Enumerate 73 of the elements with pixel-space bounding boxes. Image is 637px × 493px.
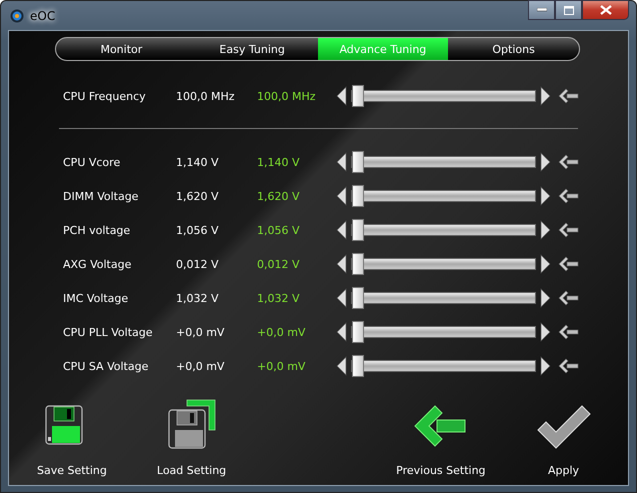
slider-thumb[interactable] [352, 185, 364, 207]
decrease-arrow-icon[interactable] [334, 220, 348, 240]
setting-label: DIMM Voltage [63, 190, 140, 202]
current-value: +0,0 mV [176, 360, 226, 372]
reset-arrow-icon[interactable] [557, 187, 579, 205]
reset-arrow-icon[interactable] [557, 289, 579, 307]
current-value: 1,032 V [176, 292, 220, 304]
decrease-arrow-icon[interactable] [334, 288, 348, 308]
slider-thumb[interactable] [352, 287, 364, 309]
maximize-button[interactable] [555, 0, 582, 20]
increase-arrow-icon[interactable] [539, 186, 553, 206]
increase-arrow-icon[interactable] [539, 322, 553, 342]
setting-label: CPU Frequency [63, 90, 147, 102]
setting-label: CPU PLL Voltage [63, 326, 154, 338]
setting-label: CPU Vcore [63, 156, 122, 168]
setting-label: PCH voltage [63, 224, 132, 236]
reset-arrow-icon[interactable] [557, 255, 579, 273]
target-value: 100,0 MHz [257, 90, 317, 102]
increase-arrow-icon[interactable] [539, 254, 553, 274]
slider-thumb[interactable] [352, 151, 364, 173]
slider-thumb[interactable] [352, 85, 364, 107]
reset-arrow-icon[interactable] [557, 221, 579, 239]
action-button[interactable]: Save Setting [37, 464, 107, 477]
slider-thumb[interactable] [352, 253, 364, 275]
maximize-icon [564, 6, 574, 14]
window-title: eOC [30, 8, 56, 22]
reset-arrow-icon[interactable] [557, 323, 579, 341]
current-value: 1,056 V [176, 224, 220, 236]
slider-thumb[interactable] [352, 219, 364, 241]
close-button[interactable] [582, 0, 629, 20]
decrease-arrow-icon[interactable] [334, 152, 348, 172]
reset-arrow-icon[interactable] [557, 357, 579, 375]
decrease-arrow-icon[interactable] [334, 186, 348, 206]
target-value: +0,0 mV [257, 360, 306, 372]
floppy-disk-icon[interactable] [166, 398, 217, 450]
target-value: +0,0 mV [257, 326, 306, 338]
target-value: 1,032 V [257, 292, 301, 304]
action-button[interactable]: Previous Setting [396, 464, 486, 477]
increase-arrow-icon[interactable] [539, 356, 553, 376]
setting-label: IMC Voltage [63, 292, 130, 304]
current-value: 1,620 V [176, 190, 220, 202]
app-icon [10, 8, 24, 22]
increase-arrow-icon[interactable] [539, 152, 553, 172]
decrease-arrow-icon[interactable] [334, 254, 348, 274]
increase-arrow-icon[interactable] [539, 288, 553, 308]
decrease-arrow-icon[interactable] [334, 322, 348, 342]
target-value: 1,056 V [257, 224, 301, 236]
current-value: 100,0 MHz [176, 90, 236, 102]
tab[interactable]: Monitor [56, 38, 187, 60]
target-value: 0,012 V [257, 258, 301, 270]
current-value: 0,012 V [176, 258, 220, 270]
action-button[interactable]: Apply [548, 464, 580, 477]
setting-label: CPU SA Voltage [63, 360, 150, 372]
close-icon [600, 5, 612, 15]
minimize-button[interactable] [528, 0, 555, 20]
tab[interactable]: Options [448, 38, 579, 60]
setting-label: AXG Voltage [63, 258, 132, 270]
decrease-arrow-icon[interactable] [334, 356, 348, 376]
reset-arrow-icon[interactable] [557, 87, 579, 105]
increase-arrow-icon[interactable] [539, 86, 553, 106]
slider-thumb[interactable] [352, 355, 364, 377]
reset-arrow-icon[interactable] [557, 153, 579, 171]
increase-arrow-icon[interactable] [539, 220, 553, 240]
action-button[interactable]: Load Setting [156, 464, 226, 477]
checkmark-icon[interactable] [536, 404, 592, 450]
current-value: 1,140 V [176, 156, 220, 168]
current-value: +0,0 mV [176, 326, 226, 338]
tab[interactable]: Easy Tuning [186, 38, 318, 60]
target-value: 1,140 V [257, 156, 301, 168]
decrease-arrow-icon[interactable] [334, 86, 348, 106]
slider-thumb[interactable] [352, 321, 364, 343]
target-value: 1,620 V [257, 190, 301, 202]
minimize-icon [536, 8, 546, 12]
